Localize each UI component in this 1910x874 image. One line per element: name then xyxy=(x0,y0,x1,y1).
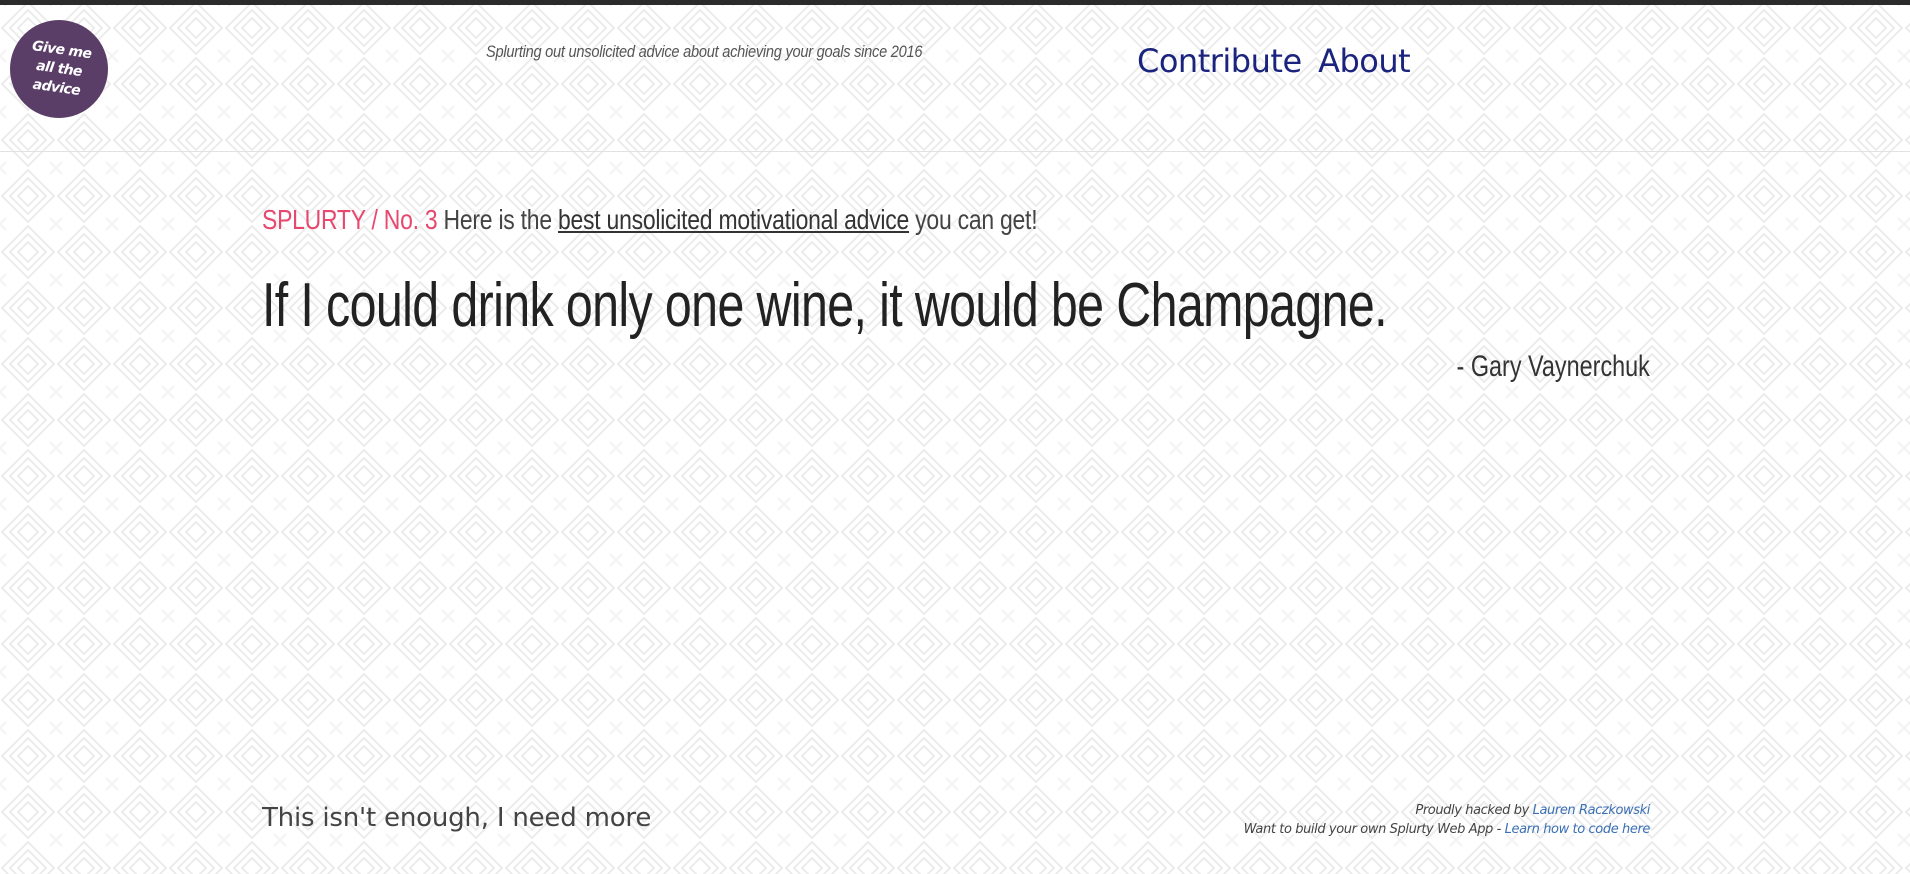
splurt-intro: SPLURTY / No. 3 Here is the best unsolic… xyxy=(262,204,1038,236)
nav-link-about[interactable]: About xyxy=(1318,42,1411,80)
intro-text-after: you can get! xyxy=(915,204,1038,235)
logo-badge[interactable]: Give me all the advice xyxy=(10,20,108,118)
header-divider xyxy=(0,151,1910,152)
credit-prefix: Proudly hacked by xyxy=(1415,803,1529,818)
background-diamond-pattern xyxy=(0,0,1910,874)
credit-line: Proudly hacked by Lauren Raczkowski xyxy=(1244,801,1650,820)
main-nav: Contribute About xyxy=(1137,42,1422,80)
advice-link[interactable]: best unsolicited motivational advice xyxy=(558,204,909,235)
more-advice-link[interactable]: This isn't enough, I need more xyxy=(262,803,651,833)
nav-link-contribute[interactable]: Contribute xyxy=(1137,42,1302,80)
quote-author: - Gary Vaynerchuk xyxy=(1456,350,1650,383)
learn-to-code-link[interactable]: Learn how to code here xyxy=(1505,822,1651,837)
build-prefix: Want to build your own Splurty Web App - xyxy=(1243,822,1502,837)
logo-text: Give me all the advice xyxy=(20,36,97,102)
build-line: Want to build your own Splurty Web App -… xyxy=(1243,820,1651,839)
author-link[interactable]: Lauren Raczkowski xyxy=(1533,803,1651,818)
issue-label: SPLURTY / No. 3 xyxy=(262,204,438,235)
intro-text-before: Here is the xyxy=(443,204,553,235)
quote-text: If I could drink only one wine, it would… xyxy=(262,271,1388,340)
site-tagline: Splurting out unsolicited advice about a… xyxy=(486,42,923,61)
top-accent-bar xyxy=(0,0,1910,5)
footer-credits: Proudly hacked by Lauren Raczkowski Want… xyxy=(1243,801,1651,839)
